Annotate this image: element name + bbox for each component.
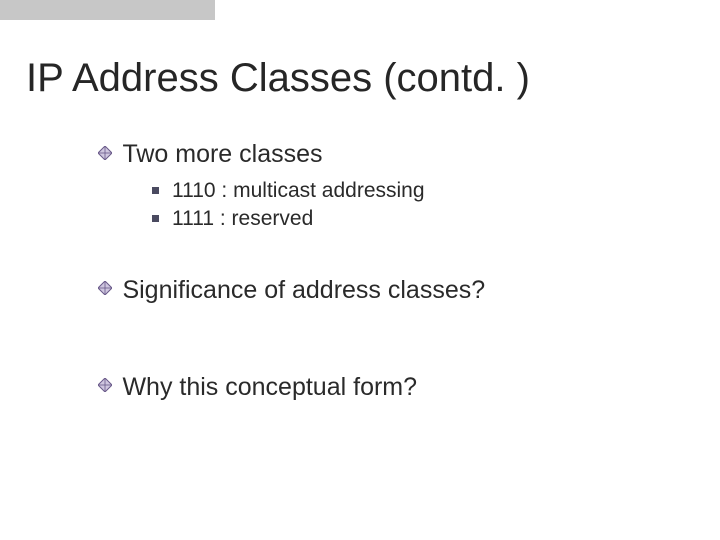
slide-content: Two more classes 1110 : multicast addres… [98, 140, 658, 410]
slide: IP Address Classes (contd. ) Two more cl… [0, 0, 720, 540]
bullet-item-3: Why this conceptual form? [98, 373, 658, 402]
square-bullet-icon [152, 187, 159, 194]
bullet-text: Why this conceptual form? [122, 373, 417, 401]
sub-item-text: 1111 : reserved [172, 207, 313, 230]
diamond-bullet-icon [98, 146, 112, 160]
spacer [98, 313, 658, 373]
bullet-text: Significance of address classes? [122, 276, 485, 304]
bullet-item-1: Two more classes [98, 140, 658, 169]
bullet-item-2: Significance of address classes? [98, 276, 658, 305]
diamond-bullet-icon [98, 281, 112, 295]
header-accent-bar [0, 0, 215, 20]
diamond-bullet-icon [98, 378, 112, 392]
spacer [98, 248, 658, 276]
slide-title: IP Address Classes (contd. ) [26, 56, 530, 101]
sub-item: 1111 : reserved [152, 205, 658, 233]
square-bullet-icon [152, 215, 159, 222]
bullet-text: Two more classes [122, 140, 322, 168]
sub-list-1: 1110 : multicast addressing 1111 : reser… [152, 177, 658, 234]
sub-item: 1110 : multicast addressing [152, 177, 658, 205]
sub-item-text: 1110 : multicast addressing [172, 179, 425, 202]
